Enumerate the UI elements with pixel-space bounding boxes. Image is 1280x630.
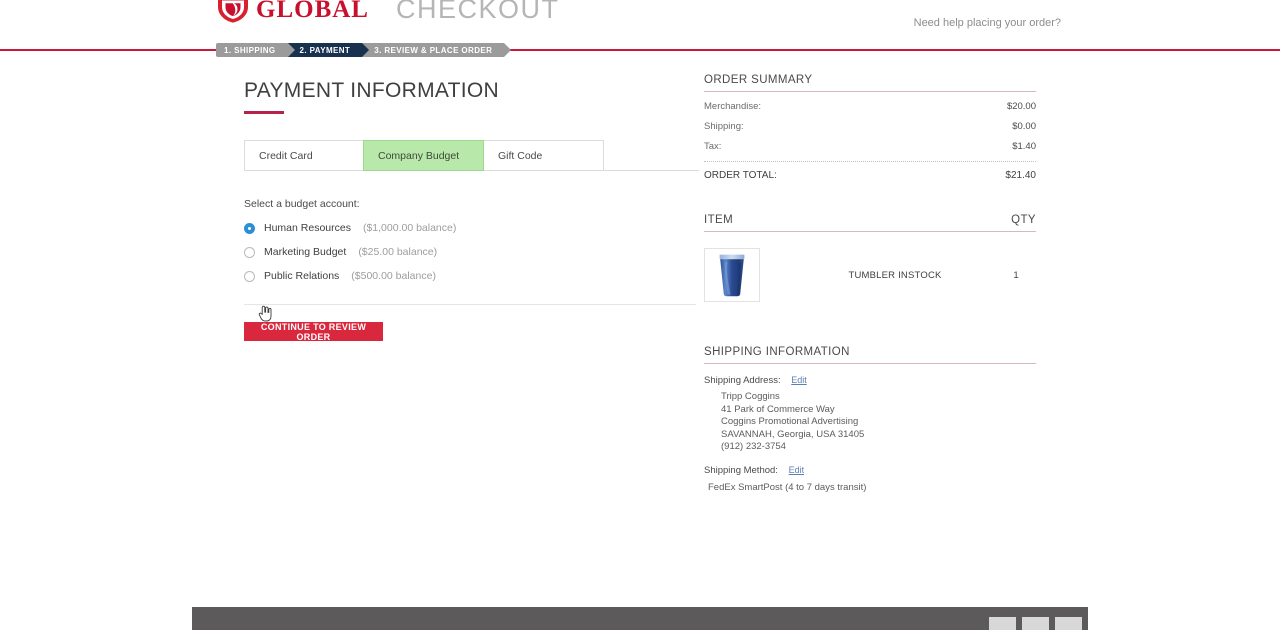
- summary-row-tax: Tax: $1.40: [704, 141, 1036, 152]
- step-review[interactable]: 3. REVIEW & PLACE ORDER: [362, 43, 512, 57]
- shipping-address-block: Tripp Coggins 41 Park of Commerce Way Co…: [704, 391, 1036, 454]
- payment-information-heading: PAYMENT INFORMATION: [244, 79, 499, 102]
- shipping-method-row: Shipping Method: Edit: [704, 465, 1036, 476]
- step-review-label: 3. REVIEW & PLACE ORDER: [374, 45, 493, 55]
- radio-human-resources-icon[interactable]: [244, 222, 255, 234]
- item-table-rule: [704, 231, 1036, 232]
- budget-option-marketing-budget-name: Marketing Budget: [264, 246, 347, 258]
- tab-company-budget[interactable]: Company Budget: [363, 140, 484, 171]
- checkout-page: GLOBAL CHECKOUT Need help placing your o…: [0, 0, 1280, 630]
- brand-logo[interactable]: GLOBAL: [216, 0, 369, 24]
- checkout-steps: 1. SHIPPING 2. PAYMENT 3. REVIEW & PLACE…: [216, 43, 512, 57]
- radio-public-relations-icon[interactable]: [244, 270, 255, 282]
- budget-option-public-relations-balance: ($500.00 balance): [351, 270, 436, 282]
- continue-to-review-order-button[interactable]: CONTINUE TO REVIEW ORDER: [244, 322, 383, 342]
- shield-swoosh-logo-icon: [218, 0, 248, 23]
- payment-panel: PAYMENT INFORMATION Credit Card Company …: [244, 78, 699, 342]
- footer-badge-icon-1[interactable]: [989, 617, 1016, 630]
- title-accent-underline: [244, 111, 284, 114]
- shipping-address-row: Shipping Address: Edit: [704, 375, 1036, 386]
- item-column-header: ITEM: [704, 214, 734, 226]
- summary-row-shipping-amount: $0.00: [1012, 121, 1036, 132]
- item-thumbnail[interactable]: [704, 248, 760, 302]
- form-divider: [244, 304, 696, 305]
- tabs-filler: [603, 140, 699, 171]
- header-red-rule: [0, 49, 1280, 51]
- step-shipping[interactable]: 1. SHIPPING: [216, 43, 295, 57]
- help-link[interactable]: Need help placing your order?: [914, 17, 1061, 29]
- step-payment[interactable]: 2. PAYMENT: [287, 43, 369, 57]
- radio-marketing-budget-icon[interactable]: [244, 246, 255, 258]
- shipping-address-label: Shipping Address:: [704, 375, 781, 386]
- shipping-information-rule: [704, 363, 1036, 364]
- order-total-row: ORDER TOTAL: $21.40: [704, 170, 1036, 181]
- budget-option-human-resources-name: Human Resources: [264, 222, 351, 234]
- address-line-company: Coggins Promotional Advertising: [721, 416, 859, 428]
- summary-row-shipping-label: Shipping:: [704, 121, 744, 132]
- tab-company-budget-label: Company Budget: [378, 149, 460, 162]
- budget-option-human-resources[interactable]: Human Resources ($1,000.00 balance): [244, 222, 699, 234]
- budget-option-public-relations[interactable]: Public Relations ($500.00 balance): [244, 270, 699, 282]
- site-footer: [192, 607, 1088, 630]
- summary-row-tax-amount: $1.40: [1012, 141, 1036, 152]
- shipping-information-heading: SHIPPING INFORMATION: [704, 346, 850, 358]
- summary-row-tax-label: Tax:: [704, 141, 722, 152]
- summary-row-shipping: Shipping: $0.00: [704, 121, 1036, 132]
- page-title: CHECKOUT: [396, 0, 560, 24]
- brand-logo-text: GLOBAL: [256, 0, 369, 23]
- site-header: GLOBAL CHECKOUT Need help placing your o…: [0, 0, 1280, 40]
- footer-badge-icon-2[interactable]: [1022, 617, 1049, 630]
- blue-tumbler-product-icon: [719, 254, 745, 297]
- order-total-amount: $21.40: [1005, 170, 1036, 181]
- budget-account-prompt: Select a budget account:: [244, 198, 360, 210]
- footer-badge-icon-3[interactable]: [1055, 617, 1082, 630]
- edit-shipping-address-link[interactable]: Edit: [791, 375, 807, 385]
- budget-option-marketing-budget-balance: ($25.00 balance): [358, 246, 438, 258]
- address-line-phone: (912) 232-3754: [721, 441, 786, 453]
- tab-gift-code-label: Gift Code: [498, 149, 543, 162]
- shipping-method-value: FedEx SmartPost (4 to 7 days transit): [708, 481, 867, 493]
- summary-dotted-divider: [704, 161, 1036, 162]
- order-summary-rule: [704, 91, 1036, 92]
- order-summary-heading: ORDER SUMMARY: [704, 74, 813, 86]
- address-line-name: Tripp Coggins: [721, 391, 780, 402]
- summary-row-merchandise-amount: $20.00: [1006, 101, 1036, 112]
- item-name: TUMBLER INSTOCK: [848, 269, 942, 281]
- budget-option-human-resources-balance: ($1,000.00 balance): [362, 222, 457, 234]
- item-qty: 1: [1013, 269, 1019, 281]
- item-row: TUMBLER INSTOCK 1: [704, 248, 1036, 302]
- order-sidebar: ORDER SUMMARY Merchandise: $20.00 Shippi…: [704, 74, 1036, 493]
- shipping-method-label: Shipping Method:: [704, 464, 778, 476]
- step-payment-label: 2. PAYMENT: [299, 45, 351, 55]
- edit-shipping-method-link[interactable]: Edit: [789, 465, 805, 475]
- order-total-label: ORDER TOTAL:: [704, 170, 777, 181]
- address-line-city-state-zip: SAVANNAH, Georgia, USA 31405: [721, 428, 865, 440]
- address-line-street: 41 Park of Commerce Way: [721, 403, 835, 415]
- step-shipping-label: 1. SHIPPING: [224, 45, 276, 55]
- qty-column-header: QTY: [1011, 214, 1036, 226]
- budget-option-public-relations-name: Public Relations: [264, 270, 340, 282]
- footer-icon-group: [989, 617, 1082, 630]
- summary-row-merchandise: Merchandise: $20.00: [704, 101, 1036, 112]
- tab-credit-card[interactable]: Credit Card: [244, 140, 364, 171]
- budget-option-marketing-budget[interactable]: Marketing Budget ($25.00 balance): [244, 246, 699, 258]
- tab-gift-code[interactable]: Gift Code: [483, 140, 604, 171]
- payment-method-tabs: Credit Card Company Budget Gift Code: [244, 140, 699, 171]
- item-table-header: ITEM QTY: [704, 214, 1036, 226]
- summary-row-merchandise-label: Merchandise:: [704, 101, 762, 112]
- tab-credit-card-label: Credit Card: [259, 149, 313, 162]
